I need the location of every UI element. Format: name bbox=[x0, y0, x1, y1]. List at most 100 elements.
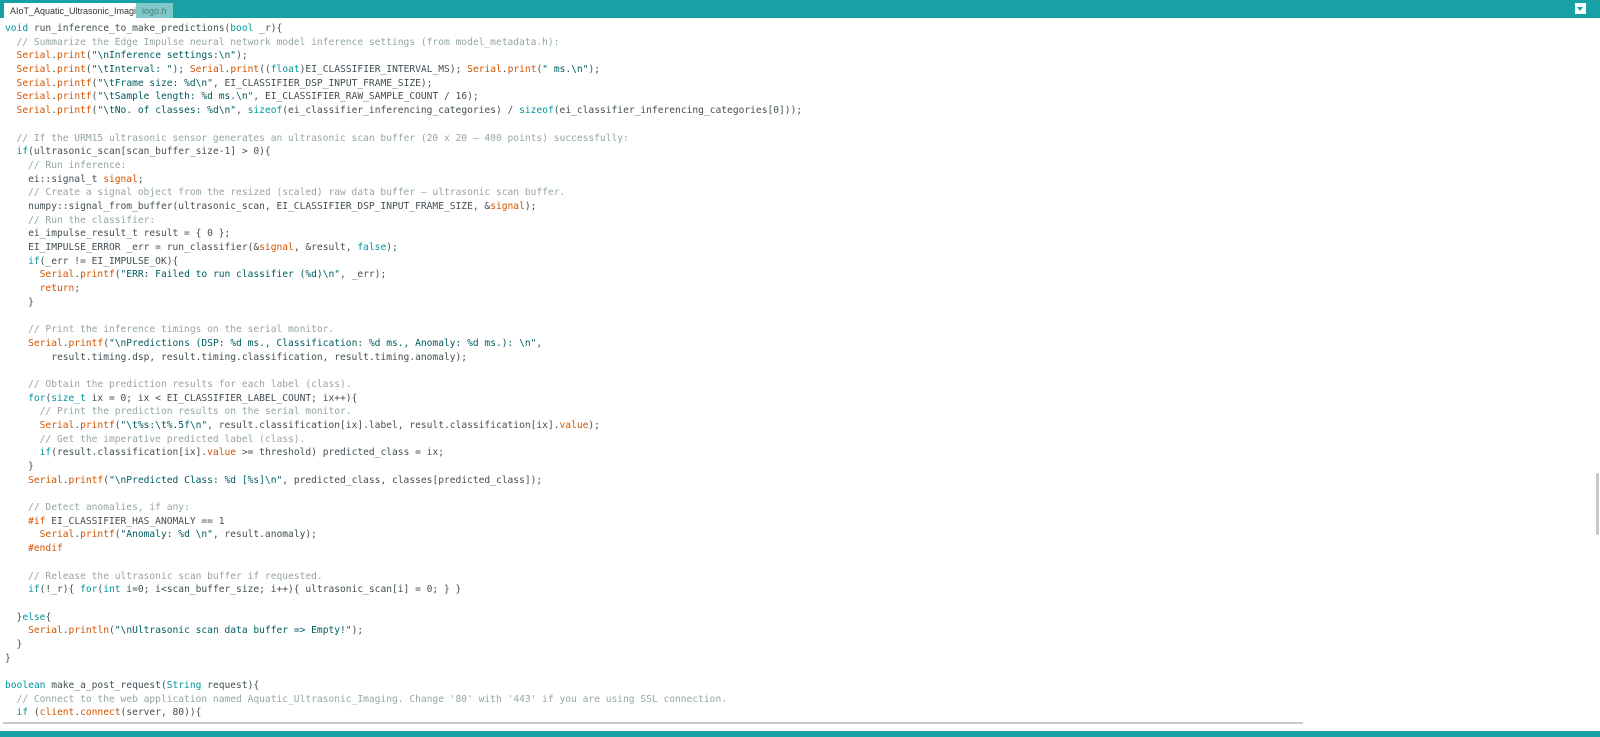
code-line: Serial.printf("\tFrame size: %d\n", EI_C… bbox=[5, 77, 802, 91]
code-token: // Print the inference timings on the se… bbox=[5, 324, 335, 336]
code-token: , bbox=[536, 337, 543, 349]
code-token: if bbox=[5, 584, 40, 596]
code-token: "\nPredictions (DSP: %d ms., Classificat… bbox=[108, 337, 537, 349]
code-line: Serial.printf("\tSample length: %d ms.\n… bbox=[5, 90, 802, 104]
tab-logo-h[interactable]: logo.h bbox=[136, 3, 173, 18]
code-token: , result.anomaly); bbox=[212, 529, 317, 541]
code-line: Serial.printf("ERR: Failed to run classi… bbox=[5, 268, 802, 282]
code-token: ); bbox=[588, 419, 600, 431]
code-token: result.timing.dsp, result.timing.classif… bbox=[5, 351, 468, 363]
code-token: println bbox=[68, 625, 109, 637]
code-token: print bbox=[57, 64, 86, 76]
vertical-scrollbar-thumb[interactable] bbox=[1596, 473, 1599, 535]
code-token: printf bbox=[57, 105, 92, 117]
code-token: Serial bbox=[467, 64, 502, 76]
code-token: // Release the ultrasonic scan buffer if… bbox=[5, 570, 323, 582]
tab-aiot-aquatic-ultrasonic-imaging[interactable]: AIoT_Aquatic_Ultrasonic_Imaging bbox=[4, 3, 153, 18]
code-token: printf bbox=[57, 77, 92, 89]
code-token: Serial bbox=[5, 77, 52, 89]
code-token: (ei_classifier_inferencing_categories) / bbox=[282, 105, 520, 117]
code-token: request){ bbox=[201, 680, 260, 691]
code-token: void bbox=[5, 23, 29, 34]
code-token: Serial bbox=[5, 419, 75, 431]
code-token: } bbox=[5, 611, 23, 623]
code-line: if(ultrasonic_scan[scan_buffer_size-1] >… bbox=[5, 145, 802, 159]
code-token: #if bbox=[5, 515, 46, 527]
code-token: // Print the prediction results on the s… bbox=[5, 406, 352, 418]
code-line: // If the URM15 ultrasonic sensor genera… bbox=[5, 132, 802, 146]
code-token: " ms.\n" bbox=[542, 64, 589, 76]
code-token: "\tNo. of classes: %d\n" bbox=[97, 105, 237, 117]
horizontal-scrollbar[interactable] bbox=[3, 722, 1303, 724]
code-line: Serial.printf("\nPredictions (DSP: %d ms… bbox=[5, 337, 802, 351]
code-line: // Print the prediction results on the s… bbox=[5, 405, 802, 419]
code-token: if bbox=[5, 255, 40, 267]
code-token: signal bbox=[259, 242, 294, 253]
code-token: (!_r){ bbox=[39, 584, 81, 596]
code-token: i=0; i<scan_buffer_size; i++){ ultrasoni… bbox=[120, 584, 462, 596]
chevron-down-icon[interactable] bbox=[1575, 3, 1586, 14]
code-line: }else{ bbox=[5, 611, 802, 625]
code-token: run_inference_to_make_predictions( bbox=[28, 23, 231, 34]
code-token: printf bbox=[80, 419, 115, 431]
code-line: for(size_t ix = 0; ix < EI_CLASSIFIER_LA… bbox=[5, 392, 802, 406]
code-line: ei_impulse_result_t result = { 0 }; bbox=[5, 227, 802, 241]
code-token: EI_CLASSIFIER_HAS_ANOMALY == 1 bbox=[45, 515, 225, 527]
code-token: Serial bbox=[5, 474, 63, 486]
code-line: // Detect anomalies, if any: bbox=[5, 501, 802, 515]
code-line: Serial.printf("\tNo. of classes: %d\n", … bbox=[5, 104, 803, 118]
code-token: >= threshold) predicted_class = ix; bbox=[236, 447, 444, 459]
code-line: numpy::signal_from_buffer(ultrasonic_sca… bbox=[5, 200, 802, 214]
code-token: for bbox=[80, 584, 98, 596]
code-line: // Get the imperative predicted label (c… bbox=[5, 433, 802, 447]
code-token: "\tSample length: %d ms.\n" bbox=[97, 91, 254, 103]
code-token: printf bbox=[57, 91, 92, 103]
code-token: print bbox=[57, 50, 86, 62]
code-line: Serial.print("\tInterval: "); Serial.pri… bbox=[5, 63, 802, 77]
editor-tab-bar: AIoT_Aquatic_Ultrasonic_Imaging logo.h bbox=[0, 0, 1600, 18]
code-line: } bbox=[5, 460, 802, 474]
code-token: if bbox=[5, 707, 29, 719]
code-token: ; bbox=[137, 173, 144, 185]
code-line: EI_IMPULSE_ERROR _err = run_classifier(&… bbox=[5, 241, 802, 255]
code-token: bool bbox=[230, 23, 254, 34]
code-token: EI_IMPULSE_ERROR _err = run_classifier(& bbox=[5, 242, 260, 253]
code-editor[interactable]: void run_inference_to_make_predictions(b… bbox=[0, 18, 1600, 732]
code-line: ei::signal_t signal; bbox=[5, 173, 802, 187]
code-token: connect bbox=[80, 707, 121, 719]
code-token: , result.classification[ix].label, resul… bbox=[207, 419, 560, 431]
code-token: for bbox=[5, 392, 46, 404]
code-token: // Summarize the Edge Impulse neural net… bbox=[5, 36, 560, 48]
code-token: (server, 80)){ bbox=[120, 707, 202, 719]
code-token: Serial bbox=[5, 91, 52, 103]
code-token: "\nInference settings:\n" bbox=[91, 50, 237, 62]
code-token: signal bbox=[490, 200, 525, 212]
code-token: value bbox=[559, 419, 589, 431]
code-token: "\nUltrasonic scan data buffer => Empty!… bbox=[114, 625, 352, 637]
code-token: (result.classification[ix]. bbox=[51, 447, 208, 459]
vertical-scrollbar[interactable] bbox=[1592, 18, 1600, 720]
code-line: // Release the ultrasonic scan buffer if… bbox=[5, 570, 802, 584]
code-token: sizeof bbox=[519, 105, 554, 117]
code-line: return; bbox=[5, 282, 802, 296]
code-text[interactable]: void run_inference_to_make_predictions(b… bbox=[5, 22, 802, 720]
code-line: void run_inference_to_make_predictions(b… bbox=[5, 22, 802, 36]
code-token: ; bbox=[74, 283, 81, 295]
code-line: } bbox=[5, 652, 802, 666]
code-token: // Connect to the web application named … bbox=[5, 693, 727, 705]
code-token: , EI_CLASSIFIER_DSP_INPUT_FRAME_SIZE); bbox=[212, 77, 433, 89]
code-token: ); bbox=[524, 200, 537, 212]
code-token: float bbox=[270, 64, 300, 76]
code-token: #endif bbox=[5, 543, 63, 555]
code-line: // Print the inference timings on the se… bbox=[5, 323, 802, 337]
code-token: Serial bbox=[189, 64, 225, 76]
code-token: client bbox=[39, 707, 75, 719]
code-token: Serial bbox=[5, 337, 63, 349]
code-token: , bbox=[236, 105, 248, 117]
code-token: print bbox=[230, 64, 260, 76]
code-token: numpy::signal_from_buffer(ultrasonic_sca… bbox=[5, 200, 491, 212]
